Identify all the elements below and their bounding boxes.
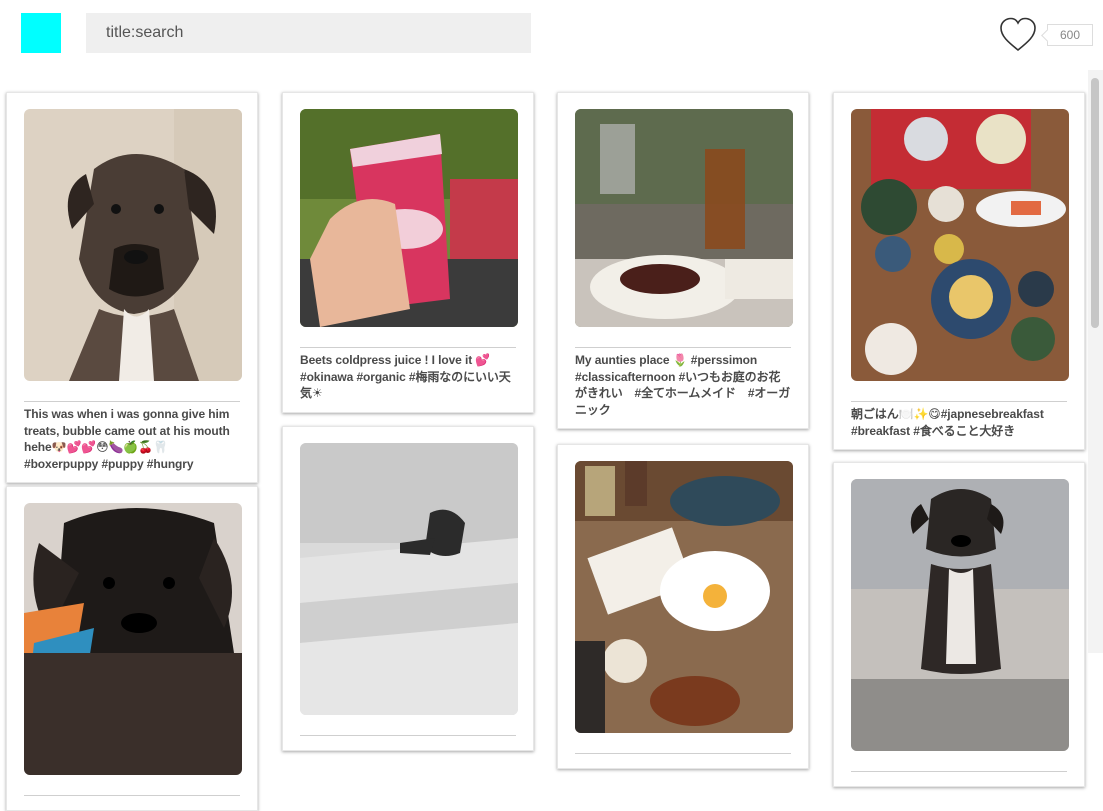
post-photo	[575, 461, 793, 733]
post-photo	[24, 503, 242, 775]
post-card[interactable]	[6, 486, 258, 811]
scrollbar-thumb[interactable]	[1091, 78, 1099, 328]
post-card[interactable]: My aunties place 🌷 #perssimon #classicaf…	[557, 92, 809, 429]
page-scrollbar[interactable]	[1088, 70, 1103, 653]
top-bar: 600	[0, 0, 1103, 70]
heart-icon[interactable]	[998, 16, 1038, 54]
post-photo	[575, 109, 793, 327]
post-caption: My aunties place 🌷 #perssimon #classicaf…	[575, 353, 791, 417]
post-photo	[851, 109, 1069, 381]
post-photo	[24, 109, 242, 381]
post-card[interactable]: This was when i was gonna give him treat…	[6, 92, 258, 483]
post-grid: This was when i was gonna give him treat…	[0, 92, 1090, 811]
caption-divider	[851, 771, 1067, 772]
post-photo	[851, 479, 1069, 751]
caption-divider	[300, 735, 516, 736]
post-card[interactable]: Beets coldpress juice ! I love it 💕 #oki…	[282, 92, 534, 413]
post-caption: 朝ごはん🍽️✨😋#japnesebreakfast #breakfast #食べ…	[851, 407, 1044, 438]
post-caption: Beets coldpress juice ! I love it 💕 #oki…	[300, 353, 511, 400]
post-photo	[300, 109, 518, 327]
caption-divider	[24, 401, 240, 402]
caption-divider	[300, 347, 516, 348]
caption-divider	[851, 401, 1067, 402]
post-caption: This was when i was gonna give him treat…	[24, 407, 230, 471]
post-card[interactable]	[282, 426, 534, 751]
search-input[interactable]	[86, 13, 531, 53]
caption-divider	[24, 795, 240, 796]
like-count: 600	[1047, 24, 1093, 46]
post-card[interactable]	[557, 444, 809, 769]
post-photo	[300, 443, 518, 715]
caption-divider	[575, 753, 791, 754]
app-logo[interactable]	[21, 13, 61, 53]
post-card[interactable]	[833, 462, 1085, 787]
post-card[interactable]: 朝ごはん🍽️✨😋#japnesebreakfast #breakfast #食べ…	[833, 92, 1085, 450]
caption-divider	[575, 347, 791, 348]
